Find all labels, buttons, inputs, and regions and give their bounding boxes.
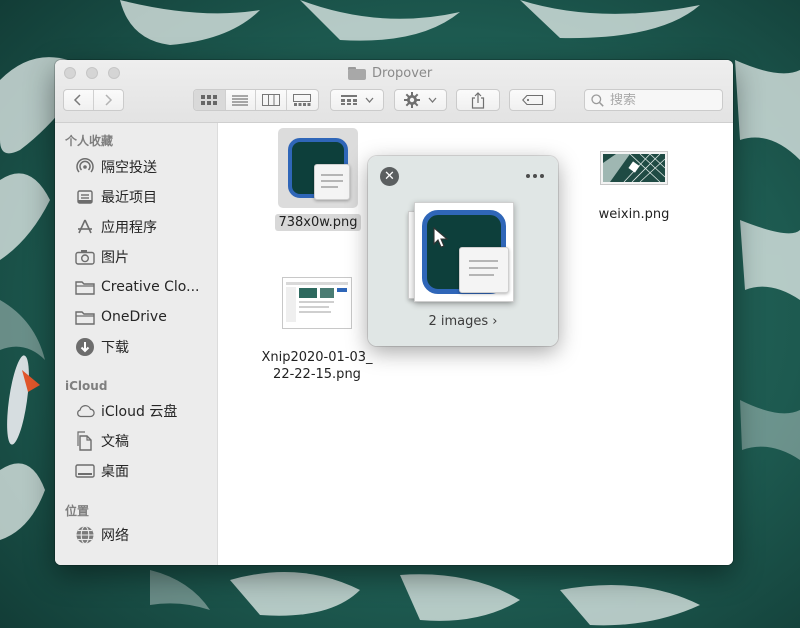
column-view-icon: [261, 94, 280, 106]
window-toolbar: Dropover: [55, 60, 733, 123]
file-thumbnail[interactable]: [280, 275, 354, 331]
column-view-button[interactable]: [256, 90, 287, 110]
sidebar-item-label: 图片: [101, 250, 129, 266]
sidebar-item-label: 应用程序: [101, 220, 157, 236]
tag-button[interactable]: [509, 89, 556, 111]
share-button[interactable]: [456, 89, 500, 111]
sidebar-item-applications[interactable]: 应用程序: [75, 215, 157, 239]
file-thumbnail[interactable]: [278, 128, 358, 208]
desktop-icon: [75, 461, 95, 481]
tag-icon: [521, 95, 543, 105]
chevron-left-icon: [74, 94, 81, 106]
sidebar-item-label: 网络: [101, 528, 129, 544]
search-field[interactable]: [584, 89, 723, 111]
list-view-icon: [232, 94, 249, 106]
group-by-button[interactable]: [330, 89, 384, 111]
applications-icon: [75, 217, 95, 237]
sidebar-item-creative-cloud[interactable]: Creative Clo...: [75, 275, 199, 299]
group-by-icon: [340, 95, 357, 105]
file-name-line2: 22-22-15.png: [273, 367, 361, 382]
airdrop-icon: [75, 157, 95, 177]
icon-view-button[interactable]: [194, 90, 226, 110]
navigation-buttons: [63, 89, 124, 111]
file-name: weixin.png: [598, 207, 670, 222]
minimize-window-button[interactable]: [86, 67, 98, 79]
sidebar-item-network[interactable]: 网络: [75, 523, 129, 547]
close-window-button[interactable]: [64, 67, 76, 79]
sidebar-item-label: 最近项目: [101, 190, 157, 206]
sidebar-item-onedrive[interactable]: OneDrive: [75, 305, 167, 329]
file-name-line1: Xnip2020-01-03_: [261, 350, 373, 365]
sidebar-item-label: 桌面: [101, 464, 129, 480]
folder-icon: [75, 277, 95, 297]
stack-image-front[interactable]: [414, 202, 514, 302]
sidebar-item-label: OneDrive: [101, 309, 167, 325]
document-shape: [459, 247, 509, 293]
search-icon: [591, 93, 604, 107]
chevron-down-icon: [365, 97, 373, 103]
screenshot-thumbnail-icon: [282, 277, 352, 329]
sidebar-item-recents[interactable]: 最近项目: [75, 185, 157, 209]
file-name: 738x0w.png: [275, 214, 361, 231]
view-mode-selector: [193, 89, 319, 111]
sidebar-item-documents[interactable]: 文稿: [75, 429, 129, 453]
search-input[interactable]: [610, 92, 710, 108]
dropover-app-icon: [288, 138, 350, 200]
sidebar-item-label: Creative Clo...: [101, 279, 200, 295]
sidebar-item-pictures[interactable]: 图片: [75, 245, 129, 269]
gallery-view-icon: [293, 94, 312, 106]
sidebar-item-desktop[interactable]: 桌面: [75, 459, 129, 483]
download-icon: [75, 337, 95, 357]
file-xnip[interactable]: Xnip2020-01-03_ 22-22-15.png: [252, 275, 382, 383]
folder-icon: [348, 66, 366, 80]
dropover-shelf[interactable]: ✕ 2 images ›: [368, 156, 558, 346]
globe-icon: [75, 525, 95, 545]
recents-icon: [75, 187, 95, 207]
file-738x0w[interactable]: 738x0w.png: [270, 128, 366, 231]
shelf-item-count[interactable]: 2 images ›: [368, 314, 558, 329]
sidebar-item-downloads[interactable]: 下载: [75, 335, 129, 359]
document-shape: [314, 164, 350, 200]
file-thumbnail[interactable]: [599, 148, 669, 188]
sidebar-item-label: 隔空投送: [101, 160, 157, 176]
folder-icon: [75, 307, 95, 327]
gear-icon: [404, 92, 420, 108]
close-icon[interactable]: ✕: [380, 167, 399, 186]
sidebar-item-label: 下载: [101, 340, 129, 356]
document-icon: [75, 431, 95, 451]
action-menu-button[interactable]: [394, 89, 447, 111]
camera-icon: [75, 247, 95, 267]
more-icon[interactable]: [524, 168, 546, 184]
chevron-down-icon: [428, 97, 437, 103]
file-weixin[interactable]: weixin.png: [585, 148, 683, 223]
sidebar-item-airdrop-row[interactable]: 隔空投送: [75, 155, 157, 179]
chevron-right-icon: [105, 94, 113, 106]
back-button[interactable]: [64, 90, 94, 110]
forward-button[interactable]: [94, 90, 123, 110]
share-icon: [471, 91, 485, 109]
window-title: Dropover: [348, 65, 432, 81]
gallery-view-button[interactable]: [287, 90, 318, 110]
window-title-text: Dropover: [372, 65, 433, 81]
list-view-button[interactable]: [226, 90, 257, 110]
cloud-icon: [75, 401, 95, 421]
sidebar-item-icloud-drive[interactable]: iCloud 云盘: [75, 399, 177, 423]
icon-view-icon: [201, 95, 218, 105]
dropover-app-icon: [422, 210, 509, 294]
sidebar-header-favorites: 个人收藏: [65, 134, 114, 148]
cursor-icon: [433, 227, 449, 248]
sidebar-item-label: iCloud 云盘: [101, 404, 178, 420]
zoom-window-button[interactable]: [108, 67, 120, 79]
file-name-multiline: Xnip2020-01-03_ 22-22-15.png: [261, 349, 372, 383]
sidebar-item-label: 文稿: [101, 434, 129, 450]
image-thumbnail-icon: [600, 151, 668, 185]
